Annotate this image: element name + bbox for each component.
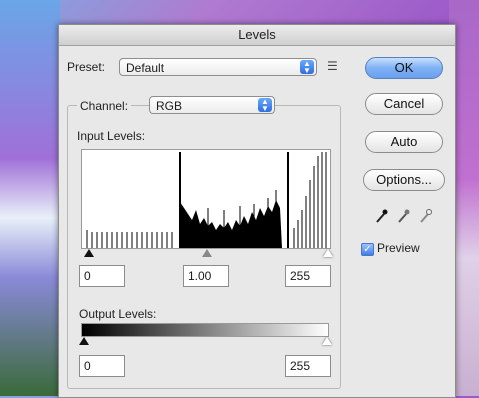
output-gradient-bar [81,323,329,337]
preset-select-value: Default [126,61,165,75]
histogram [81,149,331,249]
input-gamma-field[interactable]: 1.00 [183,265,229,287]
eyedropper-icons [376,209,432,223]
channel-select-value: RGB [156,99,183,113]
input-white-field[interactable]: 255 [285,265,331,287]
output-white-field[interactable]: 255 [285,355,331,377]
output-black-field[interactable]: 0 [79,355,125,377]
input-white-slider-handle[interactable] [323,249,333,257]
output-white-slider-handle[interactable] [322,337,332,345]
dialog-title: Levels [59,25,455,46]
output-levels-label: Output Levels: [79,307,157,321]
preview-checkbox[interactable]: ✓ [361,243,374,256]
white-point-eyedropper-icon[interactable] [420,209,432,223]
select-arrows-icon: ▲ ▼ [300,60,314,75]
preset-label: Preset: [67,60,106,74]
output-black-slider-handle[interactable] [79,337,89,345]
list-menu-icon[interactable]: ☰ [327,59,338,73]
cancel-button[interactable]: Cancel [365,93,443,115]
ok-button[interactable]: OK [365,57,443,79]
gray-point-eyedropper-icon[interactable] [398,209,410,223]
levels-dialog: Levels Preset: Default ▲ ▼ ☰ OK Cancel Au… [58,24,456,398]
input-black-field[interactable]: 0 [79,265,125,287]
black-point-eyedropper-icon[interactable] [376,209,388,223]
input-black-slider-handle[interactable] [84,249,94,257]
channel-label: Channel: [77,99,132,113]
options-button[interactable]: Options... [363,169,445,191]
eyedropper-group [373,207,437,225]
auto-button[interactable]: Auto [365,131,443,153]
select-arrows-icon: ▲ ▼ [258,98,272,113]
preview-label: Preview [377,241,420,255]
input-levels-label: Input Levels: [77,129,146,143]
preset-select[interactable]: Default ▲ ▼ [119,58,317,76]
input-gamma-slider-handle[interactable] [202,249,212,257]
channel-select[interactable]: RGB ▲ ▼ [149,96,275,114]
desktop-background-left [0,0,60,396]
histogram-graph [86,152,327,248]
